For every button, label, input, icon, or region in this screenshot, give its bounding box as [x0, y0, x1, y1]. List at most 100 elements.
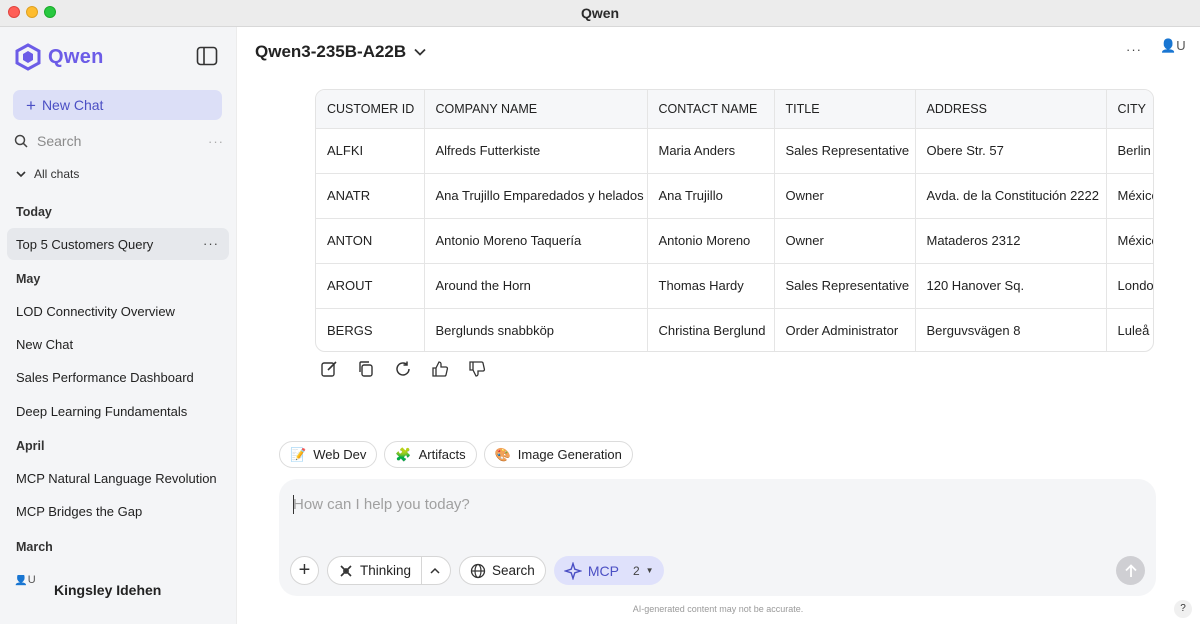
table-cell: ANTON — [316, 218, 425, 264]
artifacts-chip[interactable]: 🧩 Artifacts — [384, 441, 477, 468]
sparkle-icon — [563, 561, 582, 580]
thinking-label: Thinking — [360, 563, 412, 578]
column-header: CONTACT NAME — [647, 90, 775, 129]
chat-item-label: New Chat — [16, 336, 74, 352]
chat-options-icon[interactable]: ··· — [203, 236, 219, 251]
table-cell: Berlin — [1106, 128, 1153, 174]
chat-item-top-5-customers-query[interactable]: Top 5 Customers Query ··· — [7, 228, 229, 260]
avatar-alt-text: U — [1176, 38, 1186, 53]
new-chat-label: New Chat — [41, 97, 104, 113]
table-cell: Christina Berglund — [647, 308, 775, 351]
chat-item-label: Deep Learning Fundamentals — [16, 403, 188, 419]
search-more-icon[interactable]: ··· — [208, 134, 224, 149]
group-march-heading: March — [16, 540, 53, 554]
table-cell: Thomas Hardy — [647, 263, 775, 309]
arrow-up-icon — [1124, 563, 1137, 577]
sidebar-toggle-icon[interactable] — [196, 46, 218, 66]
chat-item-sales-performance-dashboard[interactable]: Sales Performance Dashboard — [7, 361, 229, 393]
table-cell: Order Administrator — [774, 308, 916, 351]
caret-down-icon: ▼ — [645, 566, 654, 575]
brand-name: Qwen — [48, 45, 104, 68]
chat-item-lod-connectivity-overview[interactable]: LOD Connectivity Overview — [7, 295, 229, 327]
table-cell: Owner — [774, 173, 916, 219]
message-input[interactable]: How can I help you today? — [293, 496, 470, 513]
table-cell: ANATR — [316, 173, 425, 219]
column-header: CITY — [1106, 90, 1153, 129]
table-row: ANTON Antonio Moreno Taquería Antonio Mo… — [316, 218, 1153, 264]
image-generation-chip[interactable]: 🎨 Image Generation — [483, 441, 633, 468]
user-profile[interactable]: 👤U Kingsley Idehen — [14, 575, 161, 605]
table-cell: London — [1106, 263, 1153, 309]
message-actions — [320, 360, 486, 378]
qwen-logo-icon — [15, 43, 41, 71]
sidebar-search[interactable]: Search ··· — [14, 131, 224, 151]
model-name: Qwen3-235B-A22B — [255, 42, 407, 61]
all-chats-toggle[interactable]: All chats — [16, 167, 79, 181]
help-button[interactable]: ? — [1174, 600, 1192, 618]
model-selector[interactable]: Qwen3-235B-A22B — [255, 42, 426, 62]
table-cell: Antonio Moreno — [647, 218, 775, 264]
table-cell: ALFKI — [316, 128, 425, 174]
chat-item-new-chat[interactable]: New Chat — [7, 328, 229, 360]
search-toggle[interactable]: Search — [459, 556, 546, 585]
attach-button[interactable]: + — [290, 556, 319, 585]
puzzle-icon: 🧩 — [395, 446, 412, 462]
window-titlebar: Qwen — [0, 0, 1200, 27]
mcp-label: MCP — [587, 562, 619, 579]
table-cell: Around the Horn — [424, 263, 648, 309]
send-button[interactable] — [1116, 556, 1145, 585]
chat-item-label: MCP Natural Language Revolution — [16, 470, 217, 486]
results-table-container[interactable]: CUSTOMER ID COMPANY NAME CONTACT NAME TI… — [315, 89, 1154, 352]
edit-icon[interactable] — [320, 360, 338, 378]
chat-item-label: LOD Connectivity Overview — [16, 303, 175, 319]
chat-item-mcp-natural-language-revolution[interactable]: MCP Natural Language Revolution — [7, 462, 229, 494]
column-header: ADDRESS — [915, 90, 1107, 129]
group-may-heading: May — [16, 272, 41, 286]
web-dev-chip[interactable]: 📝 Web Dev — [279, 441, 378, 468]
group-today-heading: Today — [16, 205, 52, 219]
divider — [421, 556, 423, 585]
plus-icon: + — [26, 95, 36, 115]
chip-label: Image Generation — [517, 447, 622, 462]
table-row: BERGS Berglunds snabbköp Christina Bergl… — [316, 308, 1153, 351]
table-cell: Ana Trujillo Emparedados y helados — [424, 173, 648, 219]
table-header-row: CUSTOMER ID COMPANY NAME CONTACT NAME TI… — [316, 90, 1153, 129]
more-options-icon[interactable]: ··· — [1126, 42, 1142, 57]
chat-item-label: MCP Bridges the Gap — [16, 503, 143, 519]
chat-item-label: Sales Performance Dashboard — [16, 369, 194, 385]
table-cell: Avda. de la Constitución 2222 — [915, 173, 1107, 219]
regenerate-icon[interactable] — [394, 360, 412, 378]
composer-toolbar: + Thinking Search MCP 2 ▼ — [290, 556, 664, 585]
chevron-down-icon — [414, 48, 426, 56]
table-row: ALFKI Alfreds Futterkiste Maria Anders S… — [316, 128, 1153, 174]
chat-item-deep-learning-fundamentals[interactable]: Deep Learning Fundamentals — [7, 395, 229, 427]
thinking-toggle[interactable]: Thinking — [327, 556, 452, 585]
window-title: Qwen — [580, 5, 620, 21]
chat-item-mcp-bridges-the-gap[interactable]: MCP Bridges the Gap — [7, 495, 229, 527]
search-icon — [14, 134, 28, 148]
thumbs-up-icon[interactable] — [431, 360, 449, 378]
table-cell: Maria Anders — [647, 128, 775, 174]
suggestion-chips: 📝 Web Dev 🧩 Artifacts 🎨 Image Generation — [279, 441, 633, 468]
table-cell: 120 Hanover Sq. — [915, 263, 1107, 309]
globe-icon — [470, 563, 486, 578]
message-composer: How can I help you today? + Thinking Sea… — [279, 479, 1156, 596]
table-cell: Sales Representative — [774, 128, 916, 174]
table-cell: Berguvsvägen 8 — [915, 308, 1107, 351]
mcp-count-badge: 2 — [632, 563, 640, 578]
ai-disclaimer: AI-generated content may not be accurate… — [632, 604, 804, 614]
chevron-up-icon[interactable] — [430, 567, 440, 575]
copy-icon[interactable] — [357, 360, 375, 378]
table-cell: Antonio Moreno Taquería — [424, 218, 648, 264]
user-name: Kingsley Idehen — [54, 582, 162, 598]
table-cell: Alfreds Futterkiste — [424, 128, 648, 174]
table-row: AROUT Around the Horn Thomas Hardy Sales… — [316, 263, 1153, 309]
thumbs-down-icon[interactable] — [468, 360, 486, 378]
table-cell: Luleå — [1106, 308, 1153, 351]
brand-logo[interactable]: Qwen — [14, 43, 104, 71]
chevron-down-icon — [16, 171, 26, 178]
new-chat-button[interactable]: + New Chat — [13, 90, 222, 120]
column-header: COMPANY NAME — [424, 90, 648, 129]
avatar[interactable]: 👤U — [1160, 38, 1200, 58]
mcp-toggle[interactable]: MCP 2 ▼ — [553, 556, 664, 585]
